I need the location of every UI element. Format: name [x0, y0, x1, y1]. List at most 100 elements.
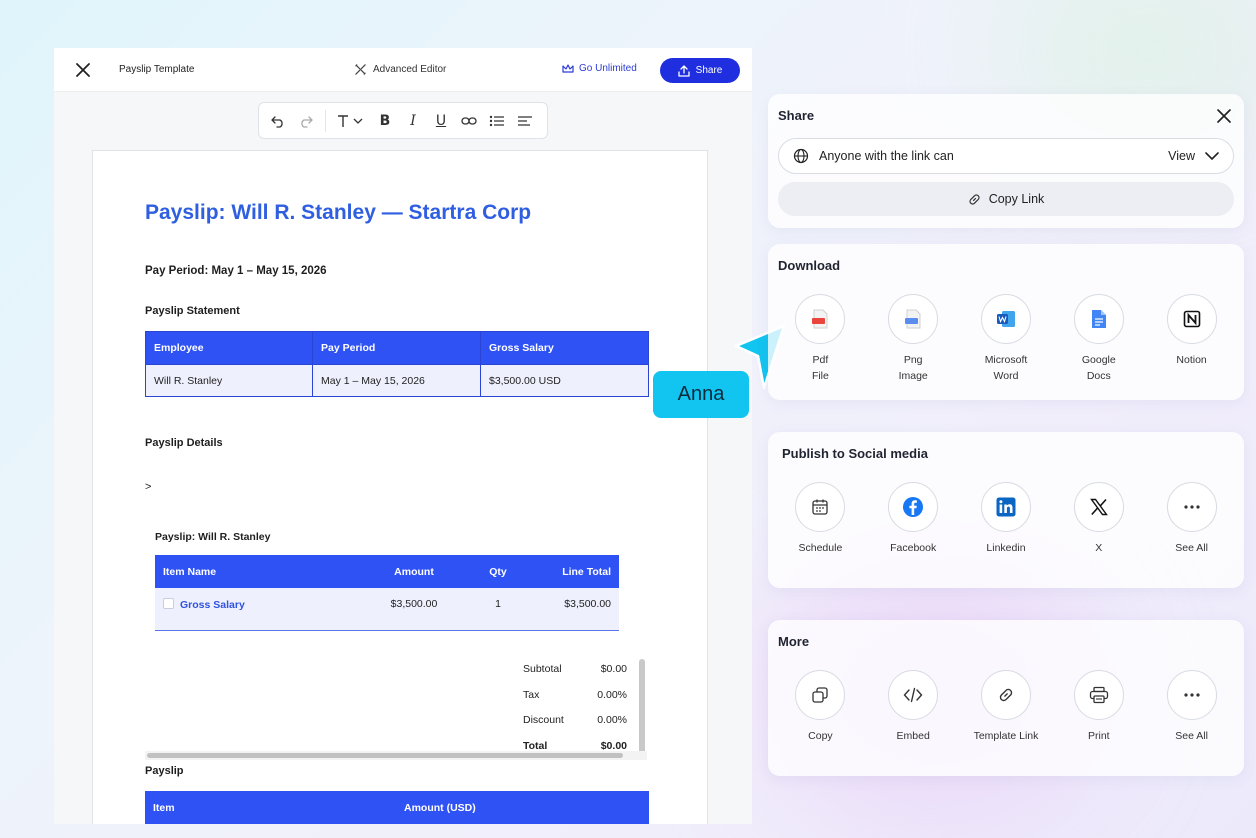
go-unlimited-label: Go Unlimited — [579, 63, 637, 74]
more-see-all-button[interactable]: See All — [1145, 670, 1238, 744]
option-circle — [1073, 670, 1124, 720]
align-left-icon[interactable] — [516, 112, 534, 130]
tools-icon — [355, 64, 366, 75]
formatting-toolbar: B I U — [258, 102, 548, 139]
option-label: Linkedin — [986, 542, 1026, 554]
facebook-icon — [903, 497, 924, 517]
option-label: See All — [1175, 542, 1208, 554]
totals-label: Subtotal — [523, 663, 562, 675]
underline-icon[interactable]: U — [432, 112, 450, 130]
undo-icon[interactable] — [269, 112, 287, 130]
template-link-button[interactable]: Template Link — [960, 670, 1053, 744]
more-panel: More Copy Embed Template Link Print See … — [768, 620, 1244, 776]
x-button[interactable]: X — [1052, 482, 1145, 556]
more-dots-icon — [1183, 505, 1200, 509]
download-word-button[interactable]: Microsoft Word — [960, 294, 1053, 384]
download-google-docs-button[interactable]: Google Docs — [1052, 294, 1145, 384]
pdf-file-icon — [812, 309, 828, 329]
download-options: Pdf File Png Image Microsoft Word Google… — [768, 294, 1244, 384]
table-cell: 1 — [457, 588, 539, 631]
totals-label: Tax — [523, 688, 540, 701]
redo-icon[interactable] — [297, 112, 315, 130]
payslip-label: Payslip — [145, 765, 184, 777]
details-label: Payslip Details — [145, 437, 223, 449]
option-circle — [795, 294, 846, 344]
social-see-all-button[interactable]: See All — [1145, 482, 1238, 556]
link-icon — [969, 193, 980, 205]
row-checkbox[interactable] — [163, 598, 174, 609]
option-circle — [980, 670, 1031, 720]
item-name-link[interactable]: Gross Salary — [180, 599, 245, 611]
download-png-button[interactable]: Png Image — [867, 294, 960, 384]
text-style-icon[interactable] — [336, 112, 366, 130]
collaborator-tag: Anna — [653, 371, 749, 418]
social-panel-title: Publish to Social media — [782, 446, 928, 461]
table-cell: $3,500.00 USD — [480, 364, 649, 397]
upload-icon — [678, 64, 690, 77]
table-header: Employee — [145, 331, 313, 365]
bold-icon[interactable]: B — [376, 112, 394, 130]
option-label: Schedule — [798, 542, 843, 554]
option-circle — [1073, 294, 1124, 344]
share-button-label: Share — [695, 65, 723, 76]
link-icon[interactable] — [460, 112, 478, 130]
share-button[interactable]: Share — [660, 58, 740, 83]
editor-window: Payslip Template Advanced Editor Go Unli… — [54, 48, 752, 824]
crown-icon — [562, 64, 574, 73]
google-docs-icon — [1091, 310, 1106, 328]
document-heading: Payslip: Will R. Stanley — Startra Corp — [145, 201, 532, 224]
option-circle — [1166, 670, 1217, 720]
download-notion-button[interactable]: Notion — [1145, 294, 1238, 384]
close-icon[interactable] — [1216, 108, 1232, 124]
totals-value: 0.00% — [597, 714, 627, 726]
table-header: Item Name — [155, 555, 371, 588]
statement-table: Employee Pay Period Gross Salary Will R.… — [145, 331, 649, 397]
document-page[interactable]: Payslip: Will R. Stanley — Startra Corp … — [92, 150, 708, 824]
option-label: See All — [1175, 730, 1208, 742]
table-row: Gross Salary $3,500.00 1 $3,500.00 — [155, 588, 619, 631]
document-name: Payslip Template — [119, 64, 195, 75]
option-label: Google Docs — [1081, 354, 1116, 382]
embed-button[interactable]: Embed — [867, 670, 960, 744]
download-pdf-button[interactable]: Pdf File — [774, 294, 867, 384]
option-circle — [1073, 482, 1124, 532]
printer-icon — [1089, 686, 1108, 704]
vertical-scrollbar[interactable] — [639, 659, 645, 759]
share-panel-title: Share — [778, 108, 815, 123]
table-row: Will R. Stanley May 1 – May 15, 2026 $3,… — [145, 364, 649, 397]
go-unlimited-button[interactable]: Go Unlimited — [562, 63, 637, 74]
schedule-button[interactable]: Schedule — [774, 482, 867, 556]
print-button[interactable]: Print — [1052, 670, 1145, 744]
option-label: Pdf File — [811, 354, 829, 382]
table-cell: $3,500.00 — [539, 588, 619, 631]
totals-row: Discount 0.00% — [523, 714, 627, 740]
more-panel-title: More — [778, 634, 810, 649]
table-header: Gross Salary — [480, 331, 649, 365]
microsoft-word-icon — [996, 311, 1015, 327]
italic-icon[interactable]: I — [404, 112, 422, 130]
option-circle — [888, 482, 939, 532]
horizontal-scrollbar[interactable] — [147, 753, 623, 758]
permission-value: View — [1168, 149, 1195, 163]
table-header: Amount — [371, 555, 457, 588]
x-logo-icon — [1089, 498, 1108, 516]
option-circle — [795, 670, 846, 720]
payslip-table: Item Amount (USD) — [145, 791, 649, 824]
option-label: Embed — [896, 730, 930, 742]
advanced-editor-button[interactable]: Advanced Editor — [354, 63, 446, 76]
link-access-dropdown[interactable]: Anyone with the link can View — [778, 138, 1234, 174]
copy-link-button[interactable]: Copy Link — [778, 182, 1234, 216]
more-options: Copy Embed Template Link Print See All — [768, 670, 1244, 744]
bullet-list-icon[interactable] — [488, 112, 506, 130]
table-header: Qty — [457, 555, 539, 588]
linkedin-button[interactable]: Linkedin — [960, 482, 1053, 556]
link-access-text: Anyone with the link can — [819, 149, 954, 163]
calendar-icon — [812, 499, 829, 515]
option-label: Microsoft Word — [984, 354, 1028, 382]
totals-value: $0.00 — [600, 663, 627, 675]
totals-row: Tax 0.00% — [523, 689, 627, 715]
copy-button[interactable]: Copy — [774, 670, 867, 744]
facebook-button[interactable]: Facebook — [867, 482, 960, 556]
editor-topbar: Payslip Template Advanced Editor Go Unli… — [54, 48, 752, 92]
close-icon[interactable] — [74, 61, 92, 79]
